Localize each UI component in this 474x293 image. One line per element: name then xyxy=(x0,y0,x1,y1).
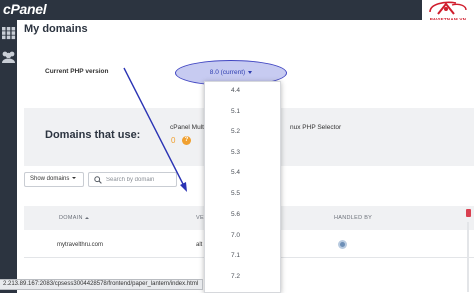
annotation-arrow xyxy=(123,67,187,192)
browser-status-bar: 2.213.89.167:2083/cpsess3004428578/front… xyxy=(0,279,204,290)
cpanel-window: cPanel PAVIETNAM.VN xyxy=(0,0,474,293)
